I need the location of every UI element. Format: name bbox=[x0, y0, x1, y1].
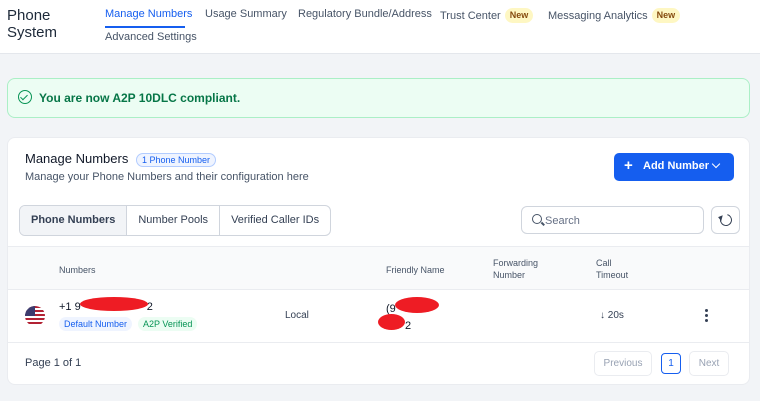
active-tab-underline bbox=[105, 26, 185, 28]
new-badge: New bbox=[504, 8, 534, 23]
number-type-tabs: Phone Numbers Number Pools Verified Call… bbox=[19, 205, 332, 236]
tab-messaging-analytics[interactable]: Messaging Analytics New bbox=[548, 8, 681, 23]
tab-regulatory-bundle[interactable]: Regulatory Bundle/Address bbox=[298, 8, 432, 21]
search-input[interactable] bbox=[545, 212, 695, 229]
redaction-mark bbox=[80, 297, 148, 311]
tab-phone-numbers[interactable]: Phone Numbers bbox=[20, 206, 128, 235]
header-numbers: Numbers bbox=[59, 265, 96, 275]
top-nav: Phone System Manage Numbers Usage Summar… bbox=[0, 0, 760, 54]
banner-text: You are now A2P 10DLC compliant. bbox=[39, 91, 241, 105]
us-flag-icon bbox=[25, 306, 45, 326]
redaction-mark bbox=[378, 314, 405, 330]
header-forwarding-number: Forwarding Number bbox=[493, 258, 539, 280]
header-call-timeout: Call Timeout bbox=[596, 258, 629, 280]
tab-messaging-analytics-label: Messaging Analytics bbox=[548, 10, 648, 22]
redaction-mark bbox=[395, 297, 439, 313]
plus-icon: + bbox=[624, 157, 633, 174]
refresh-button[interactable] bbox=[711, 206, 740, 234]
card-subtitle: Manage your Phone Numbers and their conf… bbox=[25, 171, 309, 183]
app-title: Phone System bbox=[7, 7, 58, 41]
tab-trust-center-label: Trust Center bbox=[440, 10, 501, 22]
default-number-badge: Default Number bbox=[59, 317, 133, 331]
call-timeout: ↓ 20s bbox=[600, 310, 624, 321]
header-friendly-name: Friendly Name bbox=[386, 265, 445, 275]
page-info: Page 1 of 1 bbox=[25, 357, 82, 369]
next-page-button[interactable]: Next bbox=[689, 351, 729, 376]
table-row[interactable]: +1 92 Default Number A2P Verified Local … bbox=[8, 290, 749, 343]
add-number-label: Add Number bbox=[643, 160, 709, 172]
card-title: Manage Numbers bbox=[25, 151, 129, 166]
search-box bbox=[521, 206, 704, 234]
compliance-banner: You are now A2P 10DLC compliant. bbox=[7, 78, 750, 118]
phone-number-count-badge: 1 Phone Number bbox=[136, 153, 217, 167]
manage-numbers-card: Manage Numbers 1 Phone Number Manage you… bbox=[7, 137, 750, 385]
tab-number-pools[interactable]: Number Pools bbox=[127, 206, 221, 235]
phone-number-prefix: +1 9 bbox=[59, 301, 81, 313]
search-icon bbox=[532, 214, 542, 224]
refresh-icon bbox=[717, 211, 735, 229]
table-header: Numbers Friendly Name Forwarding Number … bbox=[8, 246, 749, 290]
tab-usage-summary[interactable]: Usage Summary bbox=[205, 8, 287, 21]
tab-trust-center[interactable]: Trust Center New bbox=[440, 8, 534, 23]
tab-manage-numbers[interactable]: Manage Numbers bbox=[105, 8, 192, 21]
a2p-verified-badge: A2P Verified bbox=[138, 317, 198, 331]
number-type: Local bbox=[285, 310, 309, 321]
check-circle-icon bbox=[18, 90, 32, 104]
row-menu-kebab-icon[interactable] bbox=[704, 309, 708, 323]
tab-advanced-settings[interactable]: Advanced Settings bbox=[105, 31, 197, 44]
chevron-down-icon bbox=[711, 159, 721, 169]
page-number-button[interactable]: 1 bbox=[661, 353, 681, 374]
tab-verified-caller-ids[interactable]: Verified Caller IDs bbox=[220, 206, 330, 235]
previous-page-button[interactable]: Previous bbox=[594, 351, 652, 376]
new-badge: New bbox=[651, 8, 681, 23]
add-number-button[interactable]: + Add Number bbox=[614, 153, 734, 181]
